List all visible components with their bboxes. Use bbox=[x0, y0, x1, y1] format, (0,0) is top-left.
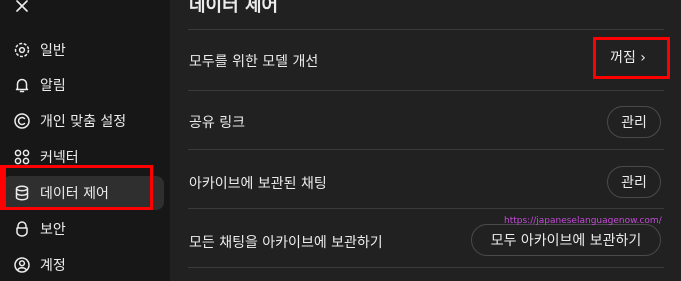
sidebar-item-notifications[interactable]: 알림 bbox=[2, 68, 164, 102]
sidebar-item-personalization[interactable]: 개인 맞춤 설정 bbox=[2, 104, 164, 138]
sidebar-item-general[interactable]: 일반 bbox=[2, 33, 164, 67]
sidebar-item-label: 일반 bbox=[40, 43, 66, 59]
sidebar-item-data-controls[interactable]: 데이터 제어 bbox=[2, 176, 164, 210]
sidebar-item-label: 계정 bbox=[40, 258, 66, 274]
row-label-model-improvement: 모두를 위한 모델 개선 bbox=[189, 54, 319, 70]
bell-icon bbox=[12, 75, 32, 95]
settings-sidebar: 일반 알림 개인 맞춤 설정 커넥터 데이터 제어 보안 계정 bbox=[0, 0, 170, 281]
personalize-icon bbox=[12, 111, 32, 131]
highlight-bar-sidebar bbox=[0, 165, 6, 210]
account-icon bbox=[12, 255, 32, 275]
settings-window: 일반 알림 개인 맞춤 설정 커넥터 데이터 제어 보안 계정 데이터 제어 모… bbox=[0, 0, 681, 281]
row-label-archive-all: 모든 채팅을 아카이브에 보관하기 bbox=[189, 235, 383, 251]
row-label-archived-chats: 아카이브에 보관된 채팅 bbox=[189, 176, 327, 192]
lock-icon bbox=[12, 219, 32, 239]
manage-shared-links-button[interactable]: 관리 bbox=[607, 106, 661, 138]
sidebar-item-label: 알림 bbox=[40, 78, 66, 94]
close-icon bbox=[16, 0, 28, 12]
watermark-text: https://japaneselanguagenow.com/ bbox=[504, 216, 662, 226]
archive-all-button[interactable]: 모두 아카이브에 보관하기 bbox=[471, 224, 661, 256]
sidebar-item-security[interactable]: 보안 bbox=[2, 212, 164, 246]
model-improvement-toggle[interactable]: 꺼짐 › bbox=[597, 42, 659, 72]
data-controls-panel: 데이터 제어 모두를 위한 모델 개선 꺼짐 › 공유 링크 관리 아카이브에 … bbox=[170, 0, 681, 281]
divider bbox=[188, 29, 664, 30]
database-icon bbox=[12, 183, 32, 203]
divider bbox=[188, 149, 664, 150]
sidebar-item-connectors[interactable]: 커넥터 bbox=[2, 140, 164, 174]
sidebar-item-label: 커넥터 bbox=[40, 150, 79, 166]
close-button[interactable] bbox=[10, 0, 34, 18]
sidebar-item-label: 데이터 제어 bbox=[40, 186, 109, 202]
sidebar-item-label: 개인 맞춤 설정 bbox=[40, 114, 127, 130]
divider bbox=[188, 267, 664, 268]
divider bbox=[188, 90, 664, 91]
manage-archived-chats-button[interactable]: 관리 bbox=[607, 166, 661, 198]
row-label-shared-links: 공유 링크 bbox=[189, 115, 245, 131]
divider bbox=[188, 208, 664, 209]
sidebar-item-account[interactable]: 계정 bbox=[2, 248, 164, 281]
toggle-value: 꺼짐 › bbox=[610, 50, 646, 66]
page-title: 데이터 제어 bbox=[189, 0, 279, 16]
connector-icon bbox=[12, 147, 32, 167]
gear-icon bbox=[12, 40, 32, 60]
sidebar-item-label: 보안 bbox=[40, 222, 66, 238]
